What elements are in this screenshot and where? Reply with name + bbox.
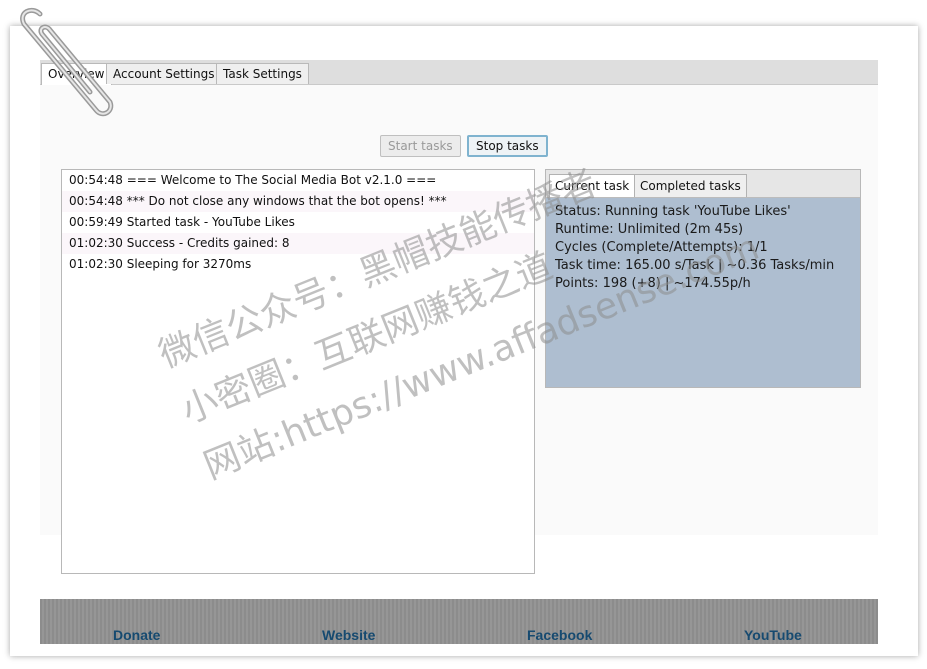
log-line: 00:54:48 === Welcome to The Social Media… [62, 170, 534, 191]
website-link[interactable]: Website [322, 627, 375, 643]
tab-current-task[interactable]: Current task [549, 174, 636, 197]
runtime-line: Runtime: Unlimited (2m 45s) [555, 222, 744, 237]
donate-link[interactable]: Donate [113, 627, 160, 643]
main-tab-bar: Overview Account Settings Task Settings [40, 60, 878, 85]
task-status: Status: Running task 'YouTube Likes' Run… [555, 203, 855, 293]
tab-task-settings[interactable]: Task Settings [216, 63, 309, 84]
log-line: 01:02:30 Success - Credits gained: 8 [62, 233, 534, 254]
log-line: 00:54:48 *** Do not close any windows th… [62, 191, 534, 212]
task-panel: Current task Completed tasks Status: Run… [545, 169, 861, 388]
app-body: Overview Account Settings Task Settings … [40, 60, 878, 644]
log-list[interactable]: 00:54:48 === Welcome to The Social Media… [61, 169, 535, 574]
status-line: Status: Running task 'YouTube Likes' [555, 204, 791, 219]
log-line: 01:02:30 Sleeping for 3270ms [62, 254, 534, 275]
start-tasks-button[interactable]: Start tasks [380, 135, 461, 157]
cycles-line: Cycles (Complete/Attempts): 1/1 [555, 240, 768, 255]
footer-links: Donate Website Facebook YouTube [40, 599, 878, 644]
task-panel-tab-bar: Current task Completed tasks [546, 170, 860, 198]
youtube-link[interactable]: YouTube [744, 627, 802, 643]
facebook-link[interactable]: Facebook [527, 627, 592, 643]
log-line: 00:59:49 Started task - YouTube Likes [62, 212, 534, 233]
window-frame: Overview Account Settings Task Settings … [10, 26, 918, 656]
task-time-line: Task time: 165.00 s/Task | ~0.36 Tasks/m… [555, 258, 835, 273]
stop-tasks-button[interactable]: Stop tasks [467, 135, 548, 157]
tab-completed-tasks[interactable]: Completed tasks [634, 174, 747, 197]
paperclip-icon [20, 7, 114, 117]
overview-content: Start tasks Stop tasks 00:54:48 === Welc… [40, 85, 878, 574]
points-line: Points: 198 (+8) | ~174.55p/h [555, 276, 751, 291]
